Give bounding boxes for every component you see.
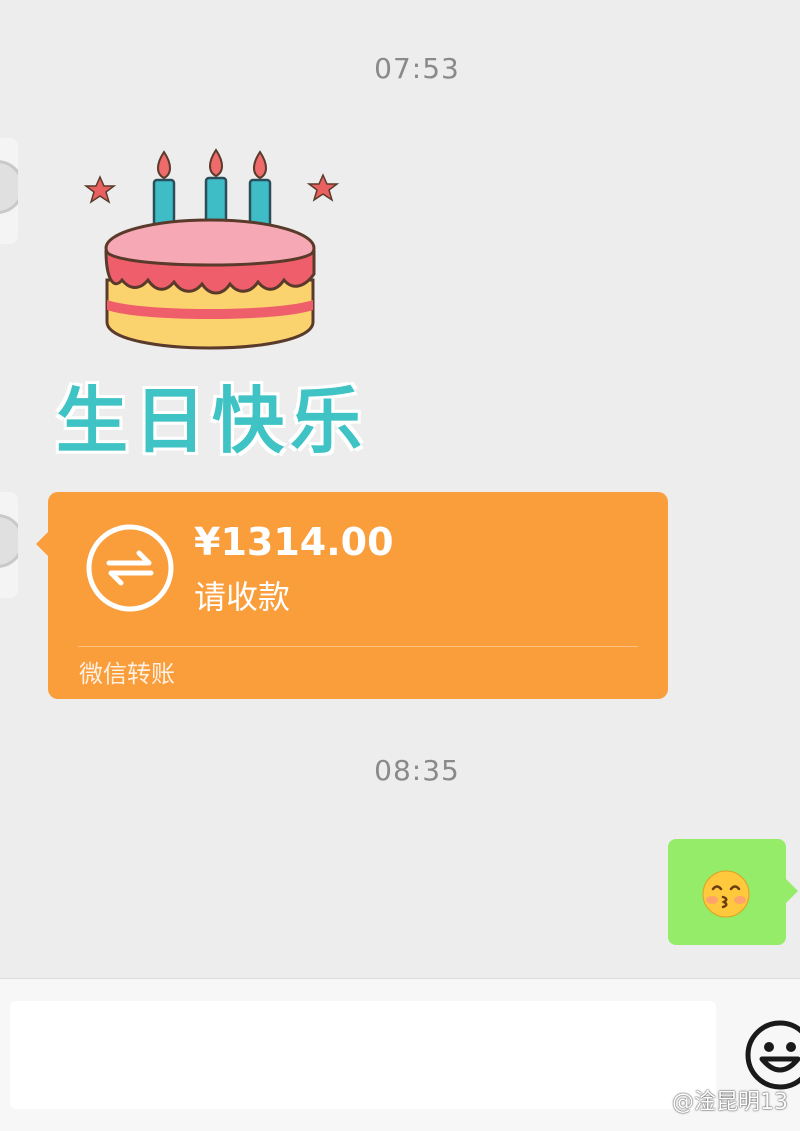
transfer-footer-label: 微信转账 (79, 660, 175, 688)
star-icon (306, 173, 340, 202)
message-timestamp: 07:53 (374, 52, 460, 85)
candle-flame-icon (209, 148, 223, 178)
avatar-image (0, 514, 18, 568)
chat-area: 07:53 生日快乐 ¥1314.00 请收款 微信转账 08:35 (0, 0, 800, 978)
watermark: @淦昆明13 (672, 1090, 788, 1115)
candle-flame-icon (253, 150, 267, 180)
candle-flame-icon (157, 150, 171, 180)
contact-avatar[interactable] (0, 492, 18, 598)
my-message-bubble[interactable] (668, 839, 798, 945)
transfer-arrows-icon (86, 524, 174, 612)
bubble-tail (786, 879, 798, 903)
transfer-amount: ¥1314.00 (194, 520, 394, 564)
smiley-icon[interactable] (744, 1019, 800, 1091)
divider (78, 646, 638, 647)
wechat-transfer-card[interactable]: ¥1314.00 请收款 微信转账 (36, 492, 668, 699)
message-timestamp: 08:35 (374, 754, 460, 787)
contact-avatar[interactable] (0, 138, 18, 244)
message-input[interactable] (10, 1001, 716, 1109)
avatar-image (0, 160, 18, 214)
star-icon (83, 175, 117, 204)
kissing-face-emoji-icon (702, 870, 750, 918)
transfer-status: 请收款 (194, 578, 291, 616)
sticker-caption: 生日快乐 (56, 379, 369, 463)
bubble-tail (36, 532, 48, 556)
